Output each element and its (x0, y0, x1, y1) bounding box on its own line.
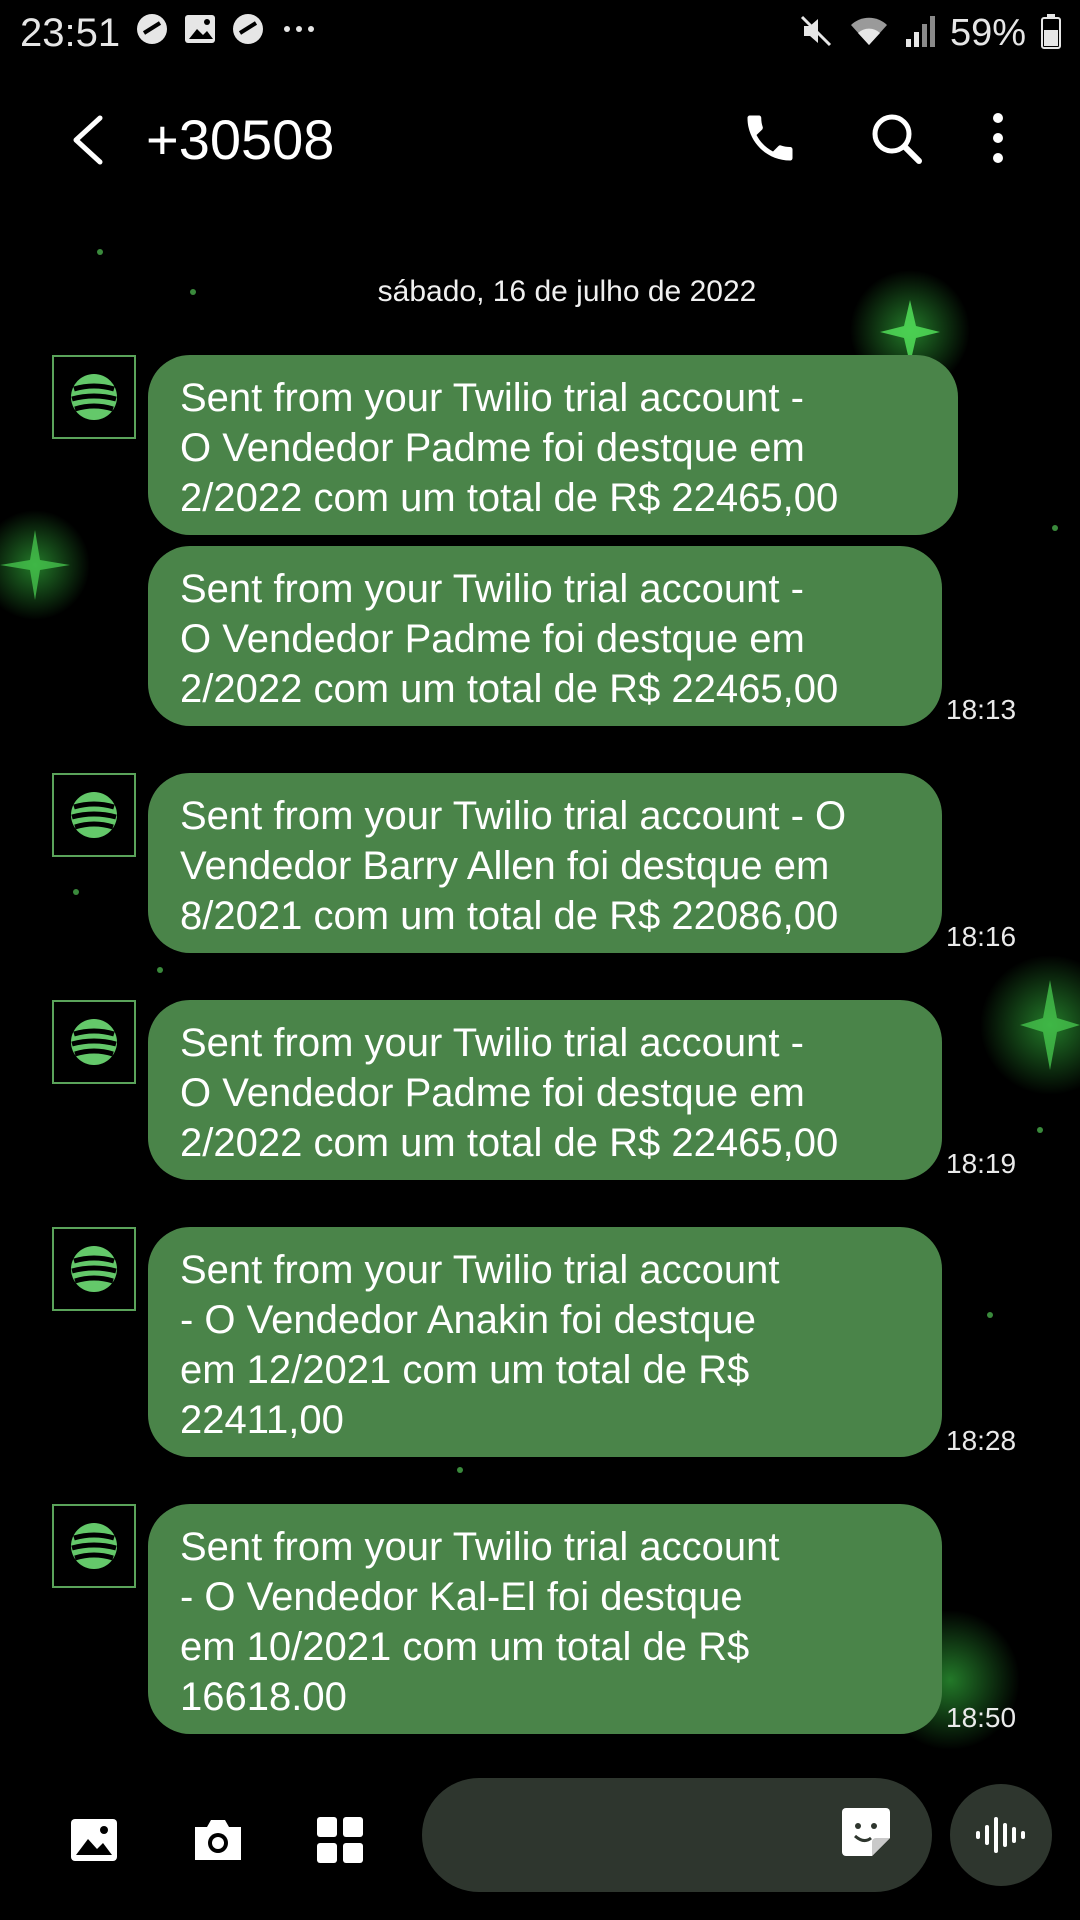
chevron-left-icon (73, 115, 103, 165)
more-dots-icon (279, 12, 319, 51)
message-time: 18:50 (946, 1702, 1017, 1733)
contact-avatar[interactable] (52, 355, 136, 439)
message-bubble[interactable]: Sent from your Twilio trial account - O … (148, 1000, 942, 1180)
status-time: 23:51 (20, 11, 121, 55)
contact-avatar[interactable] (52, 773, 136, 857)
globe-avatar-icon (71, 374, 117, 420)
gallery-icon (183, 12, 217, 51)
grid-icon (317, 1817, 363, 1863)
globe-avatar-icon (71, 792, 117, 838)
message-input-container (422, 1778, 932, 1892)
call-button[interactable] (740, 108, 800, 168)
wifi-icon (848, 13, 890, 54)
camera-icon (195, 1820, 241, 1860)
search-icon (872, 114, 922, 164)
apps-button[interactable] (310, 1810, 370, 1870)
no-disturb-icon (135, 12, 169, 51)
globe-avatar-icon (71, 1523, 117, 1569)
phone-icon (747, 115, 793, 161)
globe-avatar-icon (71, 1019, 117, 1065)
gallery-button[interactable] (64, 1810, 124, 1870)
contact-avatar[interactable] (52, 1000, 136, 1084)
signal-icon (904, 13, 936, 54)
message-bubble[interactable]: Sent from your Twilio trial account - O … (148, 1227, 942, 1457)
more-vertical-icon (993, 113, 1003, 163)
contact-avatar[interactable] (52, 1227, 136, 1311)
message-time: 18:16 (946, 921, 1017, 952)
sticker-button[interactable] (838, 1804, 898, 1864)
message-bubble[interactable]: Sent from your Twilio trial account - O … (148, 546, 942, 726)
message-time: 18:13 (946, 694, 1017, 725)
message-bubble[interactable]: Sent from your Twilio trial account - O … (148, 355, 958, 535)
message-input[interactable] (452, 1808, 816, 1864)
mute-icon (798, 13, 834, 54)
contact-title: +30508 (146, 108, 335, 171)
message-bubble[interactable]: Sent from your Twilio trial account - O … (148, 773, 942, 953)
more-options-button[interactable] (980, 106, 1016, 170)
search-button[interactable] (866, 108, 926, 168)
date-separator: sábado, 16 de julho de 2022 (377, 275, 757, 308)
no-disturb-icon (231, 12, 265, 51)
back-button[interactable] (60, 108, 120, 172)
message-bubble[interactable]: Sent from your Twilio trial account - O … (148, 1504, 942, 1734)
voice-wave-icon (976, 1817, 1025, 1853)
message-time: 18:19 (946, 1148, 1017, 1179)
status-bar: 23:51 59% (0, 0, 1080, 66)
sticker-icon (842, 1808, 890, 1856)
contact-avatar[interactable] (52, 1504, 136, 1588)
battery-percent: 59% (949, 12, 1026, 54)
battery-icon (1040, 13, 1062, 54)
image-icon (71, 1819, 117, 1861)
camera-button[interactable] (188, 1810, 248, 1870)
composer-bar (0, 1760, 1080, 1920)
globe-avatar-icon (71, 1246, 117, 1292)
voice-record-button[interactable] (950, 1784, 1052, 1886)
message-time: 18:28 (946, 1425, 1017, 1456)
conversation-header: +30508 (0, 80, 1080, 200)
